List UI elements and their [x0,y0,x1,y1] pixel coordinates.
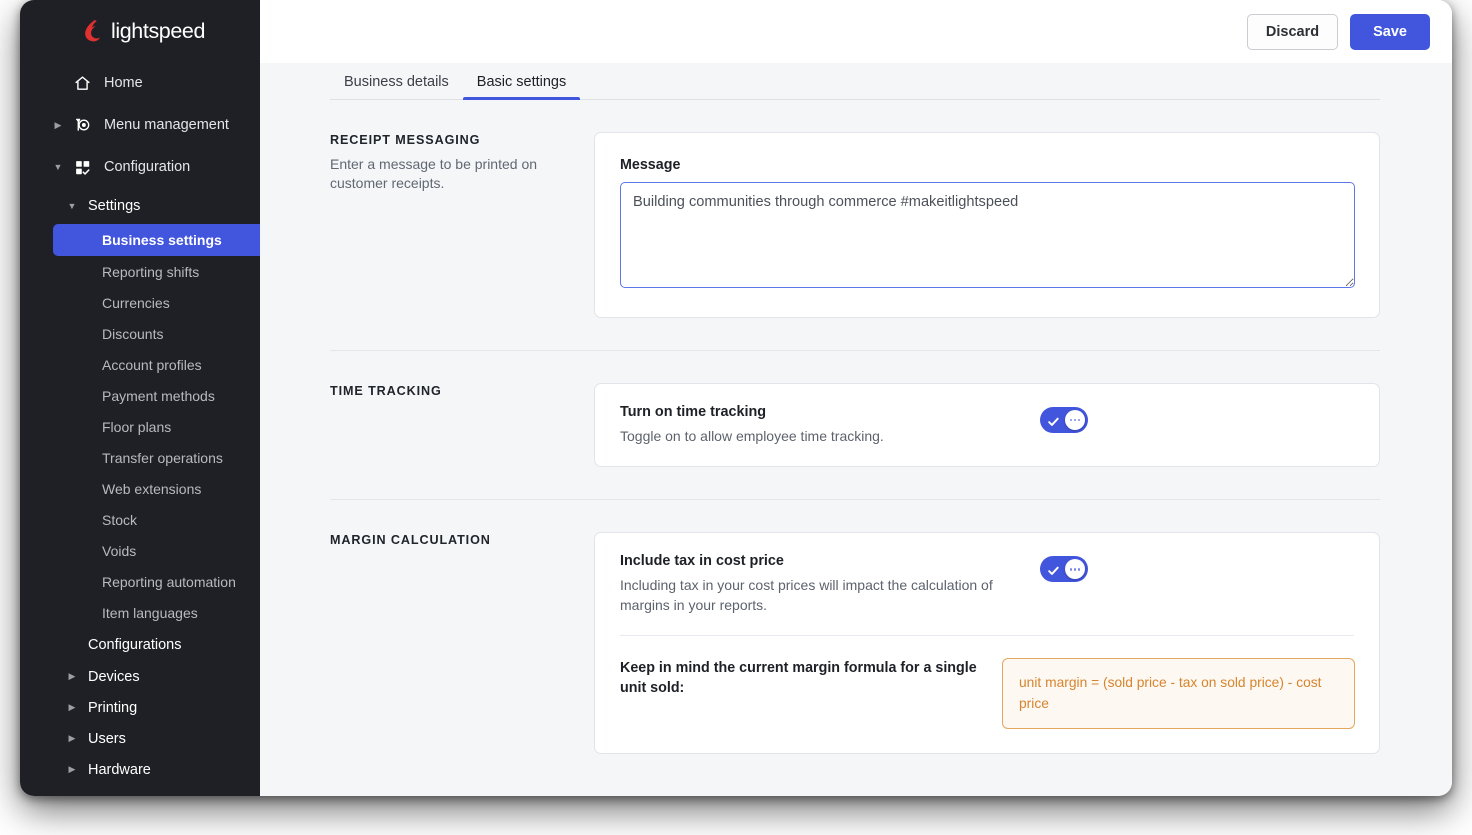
section-heading-group: Receipt messaging Enter a message to be … [330,132,594,318]
section-heading-group: Time tracking [330,383,594,467]
sidebar-item-label: Currencies [102,294,170,311]
section-margin-calculation: Margin calculation Include tax in cost p… [330,500,1380,786]
sidebar-item-label: Voids [102,542,137,559]
sidebar-item-devices[interactable]: ▶ Devices [20,661,260,692]
sidebar-item-label: Users [88,730,126,747]
sidebar-item-voids[interactable]: Voids [20,535,260,566]
sidebar-item-label: Account profiles [102,356,202,373]
sidebar-item-settings[interactable]: ▼ Settings [20,188,260,224]
sidebar-item-reporting-shifts[interactable]: Reporting shifts [20,256,260,287]
sidebar-item-printing[interactable]: ▶ Printing [20,692,260,723]
chevron-down-icon[interactable]: ▼ [52,162,64,172]
chevron-right-icon[interactable]: ▶ [66,734,78,743]
sidebar-item-label: Printing [88,699,138,716]
time-tracking-toggle[interactable] [1040,407,1088,433]
sidebar-item-users[interactable]: ▶ Users [20,723,260,754]
sidebar-item-label: Reporting shifts [102,263,200,280]
sidebar-item-label: Transfer operations [102,449,223,466]
include-tax-toggle-title: Include tax in cost price [620,553,784,570]
sidebar-nav: ▶ Home ▶ [20,60,260,785]
chevron-right-icon[interactable]: ▶ [66,672,78,681]
sidebar-item-home[interactable]: ▶ Home [20,62,260,104]
chevron-right-icon[interactable]: ▶ [52,120,64,130]
save-button[interactable]: Save [1350,13,1430,50]
margin-formula-box: unit margin = (sold price - tax on sold … [1002,657,1355,730]
sidebar-item-label: Hardware [88,761,151,778]
toggle-knob [1065,410,1085,430]
section-time-tracking: Time tracking Turn on time tracking Togg… [330,351,1380,501]
sidebar-item-label: Payment methods [102,387,215,404]
section-receipt-messaging: Receipt messaging Enter a message to be … [330,100,1380,351]
section-description: Enter a message to be printed on custome… [330,156,538,191]
sidebar-item-configuration[interactable]: ▼ Configuration [20,146,260,188]
sidebar-item-configurations[interactable]: ▶ Configurations [20,628,260,661]
sidebar-item-discounts[interactable]: Discounts [20,318,260,349]
sidebar-item-web-extensions[interactable]: Web extensions [20,473,260,504]
tab-business-details[interactable]: Business details [330,74,463,99]
sidebar-item-hardware[interactable]: ▶ Hardware [20,754,260,785]
sidebar-item-payment-methods[interactable]: Payment methods [20,380,260,411]
section-title: Time tracking [330,384,442,398]
settings-content: Receipt messaging Enter a message to be … [260,100,1452,796]
check-icon [1048,564,1059,576]
top-bar: Discard Save [260,0,1452,63]
check-icon [1048,415,1059,426]
margin-calculation-card: Include tax in cost price Including tax … [594,532,1380,755]
sidebar-item-label: Discounts [102,325,164,342]
message-input[interactable] [620,182,1355,288]
sidebar-item-label: Configurations [88,636,182,653]
section-title: Receipt messaging [330,133,481,147]
toggle-knob [1065,559,1085,580]
margin-formula-label: Keep in mind the current margin formula … [620,659,977,696]
brand-name: lightspeed [111,18,206,43]
sidebar-item-label: Reporting automation [102,573,236,590]
application-window: lightspeed ▶ Home ▶ [20,0,1452,796]
sidebar-item-label: Home [104,75,143,91]
sidebar-item-label: Item languages [102,604,198,621]
sidebar-item-business-settings[interactable]: Business settings [53,224,260,256]
tabs-container: Business details Basic settings [260,63,1452,100]
message-field-label: Message [620,157,681,173]
chevron-right-icon[interactable]: ▶ [66,703,78,712]
time-tracking-card: Turn on time tracking Toggle on to allow… [594,383,1380,468]
sidebar-item-label: Business settings [102,232,222,248]
section-title: Margin calculation [330,533,491,548]
tab-basic-settings[interactable]: Basic settings [462,74,581,100]
flame-icon [82,19,103,43]
sidebar-item-currencies[interactable]: Currencies [20,287,260,318]
caret-placeholder: ▶ [52,79,64,88]
discard-button[interactable]: Discard [1246,13,1339,50]
sidebar-item-label: Menu management [104,117,229,133]
include-tax-toggle-description: Including tax in your cost prices will i… [620,577,993,613]
sidebar-item-transfer-operations[interactable]: Transfer operations [20,442,260,473]
include-tax-toggle[interactable] [1040,556,1088,583]
time-tracking-toggle-title: Turn on time tracking [620,404,767,420]
chevron-right-icon[interactable]: ▶ [66,765,78,774]
configuration-icon [72,159,92,176]
sidebar-item-label: Devices [88,668,140,685]
section-heading-group: Margin calculation [330,532,594,754]
tab-list: Business details Basic settings [330,63,1380,100]
sidebar-item-label: Settings [88,198,141,214]
sidebar-item-label: Web extensions [102,480,202,497]
chevron-down-icon[interactable]: ▼ [66,201,78,211]
sidebar-item-label: Configuration [104,159,191,175]
sidebar-item-floor-plans[interactable]: Floor plans [20,411,260,442]
sidebar: lightspeed ▶ Home ▶ [20,0,260,796]
receipt-message-card: Message [594,132,1380,318]
menu-management-icon [72,116,92,134]
caret-placeholder: ▶ [66,640,78,649]
sidebar-item-label: Stock [102,511,138,528]
main-area: Discard Save Business details Basic sett… [260,0,1452,796]
sidebar-item-account-profiles[interactable]: Account profiles [20,349,260,380]
sidebar-item-menu-management[interactable]: ▶ Menu management [20,104,260,146]
time-tracking-toggle-description: Toggle on to allow employee time trackin… [620,428,884,444]
brand-logo[interactable]: lightspeed [20,2,260,60]
sidebar-item-stock[interactable]: Stock [20,504,260,535]
home-icon [72,75,92,92]
sidebar-item-reporting-automation[interactable]: Reporting automation [20,566,260,597]
sidebar-item-label: Floor plans [102,418,172,435]
sidebar-item-item-languages[interactable]: Item languages [20,597,260,628]
